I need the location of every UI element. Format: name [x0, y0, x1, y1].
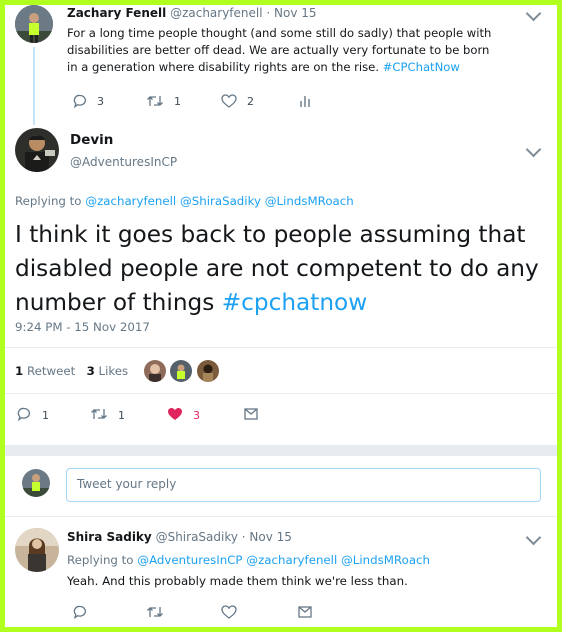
tweet3-replying-prefix: Replying to [67, 553, 134, 567]
tweet2-author-name[interactable]: Devin [70, 132, 113, 148]
liker-avatar-1[interactable] [143, 359, 167, 383]
tweet1-like-count: 2 [247, 95, 254, 108]
tweet2-text: I think it goes back to people assuming … [15, 218, 547, 320]
tweet3-author-name[interactable]: Shira Sadiky [67, 530, 152, 544]
tweet2-retweet-icon[interactable] [90, 407, 108, 421]
zachary-avatar[interactable] [15, 5, 53, 43]
tweet3-message-icon[interactable] [298, 606, 312, 618]
thread-line [33, 47, 35, 125]
tweet1-date[interactable]: · Nov 15 [266, 6, 316, 20]
tweet3-date[interactable]: · Nov 15 [242, 530, 292, 544]
tweet3-like-icon[interactable] [221, 605, 237, 619]
tweet2-stats: 1 Retweet 3 Likes [15, 364, 128, 378]
tweet2-replying-to: Replying to @zacharyfenell @ShiraSadiky … [15, 194, 354, 208]
tweet1-header: Zachary Fenell @zacharyfenell · Nov 15 [67, 6, 317, 20]
tweet2-retweet-count: 1 [118, 409, 125, 422]
like-stat[interactable]: 3 Likes [87, 364, 129, 378]
tweet1-retweet-count: 1 [174, 95, 181, 108]
tweet3-reply-icon[interactable] [73, 605, 87, 619]
tweet2-reply-icon[interactable] [17, 407, 31, 421]
tweet2-message-icon[interactable] [244, 408, 258, 420]
tweet3-handle[interactable]: @ShiraSadiky [156, 530, 238, 544]
tweet2-timestamp[interactable]: 9:24 PM - 15 Nov 2017 [15, 320, 150, 334]
tweet2-mention-1[interactable]: @zacharyfenell [85, 194, 176, 208]
tweet2-like-icon[interactable] [167, 407, 183, 421]
tweet1-retweet-icon[interactable] [146, 94, 164, 108]
like-stat-label: Likes [98, 364, 129, 378]
devin-avatar[interactable] [15, 128, 59, 172]
tweet3-mention-2[interactable]: @zacharyfenell [246, 553, 337, 567]
section-gap [5, 445, 557, 455]
tweet1-handle[interactable]: @zacharyfenell [170, 6, 263, 20]
like-stat-count: 3 [86, 364, 95, 378]
tweet2-hashtag[interactable]: #cpchatnow [222, 289, 368, 316]
tweet2-like-count: 3 [193, 409, 200, 422]
stats-top-divider [5, 347, 557, 348]
tweet2-replying-prefix: Replying to [15, 194, 82, 208]
tweet3-mention-3[interactable]: @LindsMRoach [341, 553, 430, 567]
tweet2-handle[interactable]: @AdventuresInCP [70, 155, 177, 169]
tweet3-replying-to: Replying to @AdventuresInCP @zacharyfene… [67, 553, 430, 567]
shira-avatar[interactable] [15, 528, 59, 572]
tweet3-retweet-icon[interactable] [146, 605, 164, 619]
tweet1-hashtag[interactable]: #CPChatNow [383, 60, 460, 74]
retweet-stat-count: 1 [15, 364, 24, 378]
tweet1-like-icon[interactable] [221, 94, 237, 108]
retweet-stat-label: Retweet [26, 364, 76, 378]
liker-avatar-2[interactable] [169, 359, 193, 383]
tweet1-author-name[interactable]: Zachary Fenell [67, 6, 166, 20]
tweet3-mention-1[interactable]: @AdventuresInCP [137, 553, 242, 567]
composer-avatar [22, 469, 50, 497]
retweet-stat[interactable]: 1 Retweet [15, 364, 79, 378]
tweet-reply-placeholder: Tweet your reply [77, 477, 177, 491]
tweet1-text: For a long time people thought (and some… [67, 25, 497, 76]
stats-bottom-divider [5, 393, 557, 394]
tweet1-reply-icon[interactable] [73, 94, 87, 108]
tweet3-text: Yeah. And this probably made them think … [67, 574, 408, 588]
composer-top-divider [5, 455, 557, 456]
tweet1-analytics-icon[interactable] [299, 94, 311, 108]
tweet3-header: Shira Sadiky @ShiraSadiky · Nov 15 [67, 530, 292, 544]
tweet2-reply-count: 1 [42, 409, 49, 422]
tweet-reply-input[interactable]: Tweet your reply [66, 468, 541, 502]
tweet2-mention-2[interactable]: @ShiraSadiky [180, 194, 261, 208]
liker-avatar-3[interactable] [196, 359, 220, 383]
composer-bottom-divider [5, 516, 557, 517]
tweet2-mention-3[interactable]: @LindsMRoach [265, 194, 354, 208]
tweet1-reply-count: 3 [97, 95, 104, 108]
